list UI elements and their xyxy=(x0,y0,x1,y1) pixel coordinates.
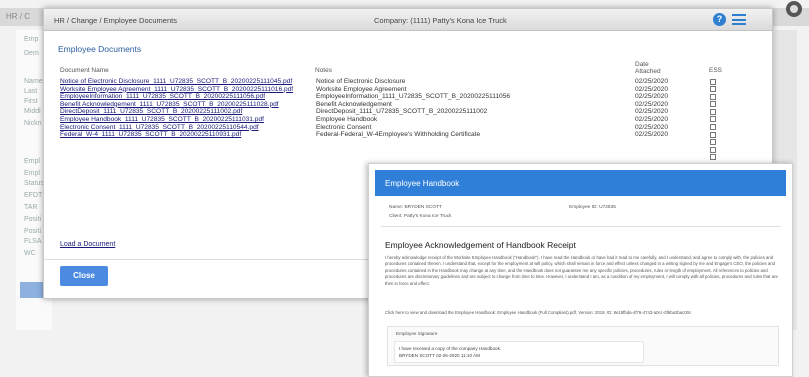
background-panel-label: FLSA xyxy=(24,238,42,245)
column-header-ess[interactable]: ESS xyxy=(709,67,722,74)
handbook-employee-id: Employee ID: U72835 xyxy=(569,205,616,210)
table-row: Notice of Electronic Disclosure_1111_U72… xyxy=(60,78,750,86)
background-panel-label: Positi xyxy=(24,216,42,223)
document-date: 02/25/2020 xyxy=(635,85,669,93)
documents-table: Notice of Electronic Disclosure_1111_U72… xyxy=(60,78,750,162)
document-name-link[interactable]: Benefit Acknowledgement_1111_U72835_SCOT… xyxy=(60,101,317,109)
background-panel-label: Emp xyxy=(24,36,39,43)
table-row: EmployeeInformation_1111_U72835_SCOTT_B_… xyxy=(60,93,750,101)
section-title: Employee Documents xyxy=(58,44,142,54)
handbook-download-link[interactable]: Click here to view and download the Empl… xyxy=(385,310,781,316)
employee-handbook-preview: Employee Handbook Name: BRYDEN SCOTT Emp… xyxy=(368,163,793,377)
document-name-link[interactable]: EmployeeInformation_1111_U72835_SCOTT_B_… xyxy=(60,93,317,101)
handbook-divider xyxy=(381,226,781,227)
signature-line-2: BRYDEN SCOTT 02-25-2020 11:10 AM xyxy=(399,353,480,358)
ess-checkbox[interactable] xyxy=(710,139,716,146)
ess-checkbox[interactable] xyxy=(710,108,716,115)
background-panel-label: Empl xyxy=(24,158,40,165)
document-date: 02/25/2020 xyxy=(635,123,669,131)
document-notes: Benefit Acknowledgement xyxy=(316,100,392,108)
ess-checkbox[interactable] xyxy=(710,131,716,138)
document-notes: Federal-Federal_W-4Employee's Withholdin… xyxy=(316,131,481,139)
table-row: Federal_W-4_1111_U72835_SCOTT_B_20200225… xyxy=(60,131,750,139)
background-panel-label: Dem xyxy=(24,50,39,57)
background-panel-label: Middl xyxy=(24,108,41,115)
table-row xyxy=(60,146,750,154)
document-notes: EmployeeInformation_1111_U72835_SCOTT_B_… xyxy=(316,93,511,101)
document-date: 02/25/2020 xyxy=(635,93,669,101)
modal-header: HR / Change / Employee Documents Company… xyxy=(44,9,772,31)
handbook-client: Client: Patty's Kona Ice Truck xyxy=(389,214,452,219)
handbook-header: Employee Handbook xyxy=(375,170,786,196)
column-header-date-attached[interactable]: Date Attached xyxy=(635,61,661,75)
background-panel-label: Nickn xyxy=(24,120,42,127)
ess-checkbox[interactable] xyxy=(710,154,716,161)
document-name-link[interactable]: Electronic Consent_1111_U72835_SCOTT_B_2… xyxy=(60,124,317,132)
background-panel-label: WC xyxy=(24,250,36,257)
document-name-link[interactable]: Worksite Employee Agreement_1111_U72835_… xyxy=(60,86,317,94)
document-date: 02/25/2020 xyxy=(635,78,669,85)
background-panel-label: Empl xyxy=(24,170,40,177)
close-button[interactable]: Close xyxy=(60,266,108,286)
document-notes: DirectDeposit_1111_U72835_SCOTT_B_202002… xyxy=(316,108,488,116)
background-panel-label: Positi xyxy=(24,228,42,235)
hamburger-menu-icon[interactable] xyxy=(732,14,746,25)
table-row: Benefit Acknowledgement_1111_U72835_SCOT… xyxy=(60,101,750,109)
document-name-link[interactable]: Federal_W-4_1111_U72835_SCOTT_B_20200225… xyxy=(60,131,317,139)
column-header-document-name[interactable]: Document Name xyxy=(60,67,109,74)
table-row xyxy=(60,139,750,147)
breadcrumb: HR / Change / Employee Documents xyxy=(54,16,177,25)
table-row: Worksite Employee Agreement_1111_U72835_… xyxy=(60,86,750,94)
handbook-employee-name: Name: BRYDEN SCOTT xyxy=(389,205,442,210)
document-date: 02/25/2020 xyxy=(635,100,669,108)
ess-checkbox[interactable] xyxy=(710,124,716,131)
document-notes: Employee Handbook xyxy=(316,115,378,123)
ess-checkbox[interactable] xyxy=(710,93,716,100)
close-circle-icon[interactable] xyxy=(786,1,802,17)
help-icon[interactable]: ? xyxy=(713,13,726,26)
ess-checkbox[interactable] xyxy=(710,78,716,85)
ess-checkbox[interactable] xyxy=(710,86,716,93)
signature-title: Employee Signature xyxy=(396,331,438,336)
document-date: 02/25/2020 xyxy=(635,131,669,139)
handbook-body-text: I hereby acknowledge receipt of the Work… xyxy=(385,255,778,286)
table-row: DirectDeposit_1111_U72835_SCOTT_B_202002… xyxy=(60,108,750,116)
background-panel-label: Last xyxy=(24,88,38,95)
document-name-link[interactable]: Employee Handbook_1111_U72835_SCOTT_B_20… xyxy=(60,116,317,124)
document-date: 02/25/2020 xyxy=(635,115,669,123)
document-date: 02/25/2020 xyxy=(635,108,669,116)
background-panel-label: TAR xyxy=(24,204,38,211)
background-panel-label: Status xyxy=(24,180,44,187)
signature-line-1: I have received a copy of the company Ha… xyxy=(399,346,502,351)
document-name-link[interactable]: DirectDeposit_1111_U72835_SCOTT_B_202002… xyxy=(60,108,317,116)
background-panel-label: Name xyxy=(24,78,43,85)
signature-box: Employee Signature I have received a cop… xyxy=(387,326,779,366)
table-row xyxy=(60,154,750,162)
ess-checkbox[interactable] xyxy=(710,116,716,123)
document-notes: Notice of Electronic Disclosure xyxy=(316,78,406,85)
table-row: Electronic Consent_1111_U72835_SCOTT_B_2… xyxy=(60,124,750,132)
ess-checkbox[interactable] xyxy=(710,101,716,108)
load-document-link[interactable]: Load a Document xyxy=(60,241,115,248)
handbook-title: Employee Acknowledgement of Handbook Rec… xyxy=(385,240,576,250)
column-header-notes[interactable]: Notes xyxy=(315,67,332,74)
company-label: Company: (1111) Patty's Kona Ice Truck xyxy=(374,16,507,25)
background-panel-label: First xyxy=(24,98,38,105)
ess-checkbox[interactable] xyxy=(710,146,716,153)
document-notes: Electronic Consent xyxy=(316,123,372,131)
table-row: Employee Handbook_1111_U72835_SCOTT_B_20… xyxy=(60,116,750,124)
signature-content: I have received a copy of the company Ha… xyxy=(394,341,644,363)
document-name-link[interactable]: Notice of Electronic Disclosure_1111_U72… xyxy=(60,78,317,86)
document-notes: Worksite Employee Agreement xyxy=(316,85,407,93)
background-panel-label: EFDT xyxy=(24,192,43,199)
